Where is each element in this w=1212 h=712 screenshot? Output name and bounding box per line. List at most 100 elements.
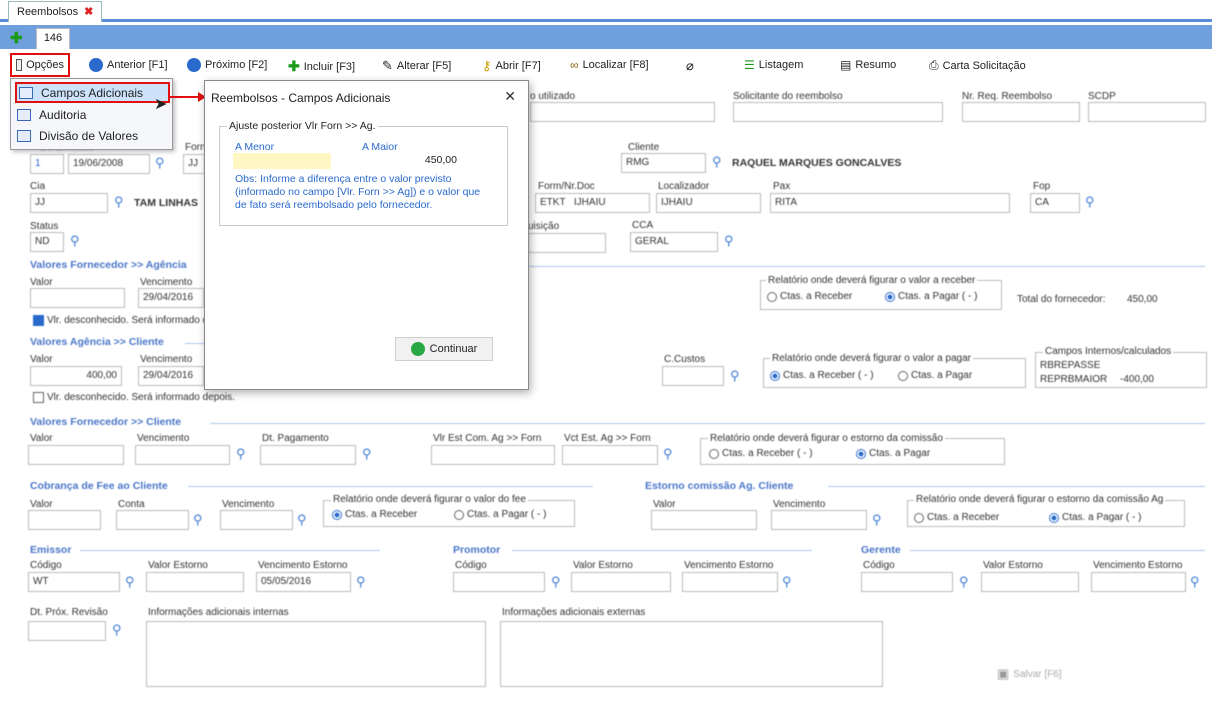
- anterior-button[interactable]: Anterior [F1]: [89, 58, 168, 72]
- close-icon[interactable]: ✕: [504, 88, 516, 105]
- section-emissor: Emissor: [30, 544, 72, 556]
- vlr-est-field[interactable]: [431, 445, 555, 465]
- search-icon[interactable]: ⚲: [155, 155, 165, 171]
- forn-field[interactable]: JJ: [183, 154, 205, 174]
- valor-field[interactable]: [651, 510, 757, 530]
- search-icon[interactable]: ⚲: [730, 368, 740, 384]
- solicitante-field[interactable]: [733, 102, 943, 122]
- scdp-field[interactable]: [1088, 102, 1206, 122]
- dt-pagamento-field[interactable]: [260, 445, 356, 465]
- codigo-field[interactable]: [861, 572, 953, 592]
- valor-estorno-field[interactable]: [981, 572, 1079, 592]
- radio-ctas-pagar[interactable]: Ctas. a Pagar: [856, 448, 930, 459]
- aquisicao-field[interactable]: [528, 233, 606, 253]
- valor-field[interactable]: [30, 288, 125, 308]
- menu-item-auditoria[interactable]: Auditoria: [15, 104, 170, 125]
- vct-est-field[interactable]: [562, 445, 658, 465]
- radio-ctas-receber[interactable]: Ctas. a Receber: [914, 512, 999, 523]
- search-icon[interactable]: ⚲: [362, 446, 372, 462]
- nr-req-field[interactable]: [962, 102, 1080, 122]
- vencimento-field[interactable]: [771, 510, 867, 530]
- localizar-button[interactable]: ∞ Localizar [F8]: [570, 58, 649, 72]
- radio-ctas-receber[interactable]: Ctas. a Receber: [767, 291, 852, 302]
- close-icon[interactable]: ✖: [84, 6, 93, 18]
- vencimento-field[interactable]: 29/04/2016: [138, 288, 204, 308]
- codigo-field[interactable]: [453, 572, 545, 592]
- pax-field[interactable]: RITA: [770, 193, 1010, 213]
- radio-ctas-pagar[interactable]: Ctas. a Pagar: [898, 370, 972, 381]
- valor-estorno-field[interactable]: [146, 572, 244, 592]
- a-maior-value[interactable]: 450,00: [365, 154, 457, 166]
- add-record-icon[interactable]: ✚: [10, 29, 23, 47]
- venc-estorno-field[interactable]: [1091, 572, 1186, 592]
- info-externas-textarea[interactable]: [500, 621, 883, 687]
- search-icon[interactable]: ⚲: [356, 574, 366, 590]
- radio-ctas-receber[interactable]: Ctas. a Receber ( - ): [709, 448, 813, 459]
- abrir-button[interactable]: ⚷ Abrir [F7]: [482, 58, 541, 74]
- venc-estorno-field[interactable]: [682, 572, 778, 592]
- utilizado-field[interactable]: [530, 102, 715, 122]
- cliente-code-field[interactable]: RMG: [621, 153, 706, 173]
- radio-ctas-pagar[interactable]: Ctas. a Pagar ( - ): [1049, 512, 1141, 523]
- vencimento-field[interactable]: 29/04/2016: [138, 366, 204, 386]
- valor-field[interactable]: [28, 510, 101, 530]
- search-icon[interactable]: ⚲: [663, 446, 673, 462]
- num-field[interactable]: 1: [30, 154, 64, 174]
- attach-button[interactable]: ⌀: [686, 58, 694, 74]
- tab-reembolsos[interactable]: Reembolsos ✖: [8, 1, 103, 22]
- search-icon[interactable]: ⚲: [112, 622, 122, 638]
- search-icon[interactable]: ⚲: [1085, 194, 1095, 210]
- emissao-date-field[interactable]: 19/06/2008: [68, 154, 150, 174]
- radio-ctas-pagar[interactable]: Ctas. a Pagar ( - ): [454, 509, 546, 520]
- codigo-field[interactable]: WT: [28, 572, 120, 592]
- menu-item-campos-adicionais[interactable]: Campos Adicionais: [15, 82, 170, 103]
- valor-field[interactable]: [28, 445, 124, 465]
- radio-ctas-receber[interactable]: Ctas. a Receber ( - ): [770, 370, 874, 381]
- search-icon[interactable]: ⚲: [872, 512, 882, 528]
- search-icon[interactable]: ⚲: [125, 574, 135, 590]
- radio-ctas-pagar[interactable]: Ctas. a Pagar ( - ): [885, 291, 977, 302]
- a-menor-input[interactable]: [233, 153, 331, 169]
- conta-field[interactable]: [116, 510, 189, 530]
- formnr-field[interactable]: ETKT IJHAIU: [535, 193, 650, 213]
- dt-prox-revisao-field[interactable]: [28, 621, 106, 641]
- incluir-button[interactable]: ✚ Incluir [F3]: [288, 58, 355, 75]
- radio-label: Ctas. a Receber: [345, 509, 418, 520]
- ccustos-field[interactable]: [662, 366, 724, 386]
- search-icon[interactable]: ⚲: [236, 446, 246, 462]
- search-icon[interactable]: ⚲: [724, 233, 734, 249]
- salvar-button[interactable]: ▣ Salvar [F6]: [997, 666, 1062, 682]
- search-icon[interactable]: ⚲: [114, 194, 124, 210]
- valor-estorno-field[interactable]: [571, 572, 671, 592]
- vencimento-field[interactable]: [135, 445, 230, 465]
- menu-item-divisao-valores[interactable]: Divisão de Valores: [15, 125, 170, 146]
- search-icon[interactable]: ⚲: [1190, 574, 1200, 590]
- radio-on-icon: [332, 509, 342, 520]
- cia-field[interactable]: JJ: [30, 193, 108, 213]
- localizador-field[interactable]: IJHAIU: [656, 193, 761, 213]
- tab-record[interactable]: 146: [36, 28, 70, 49]
- search-icon[interactable]: ⚲: [782, 574, 792, 590]
- alterar-button[interactable]: ✎ Alterar [F5]: [382, 58, 451, 74]
- radio-ctas-receber[interactable]: Ctas. a Receber: [332, 509, 417, 520]
- valor-field[interactable]: 400,00: [30, 366, 122, 386]
- info-internas-textarea[interactable]: [146, 621, 486, 687]
- resumo-button[interactable]: ▤ Resumo: [840, 58, 896, 72]
- continuar-button[interactable]: Continuar: [395, 337, 493, 361]
- vencimento-field[interactable]: [220, 510, 293, 530]
- vlr-desconhecido-checkbox[interactable]: Vlr. desconhecido. Será informado depois…: [33, 392, 235, 403]
- search-icon[interactable]: ⚲: [70, 233, 80, 249]
- search-icon[interactable]: ⚲: [959, 574, 969, 590]
- opcoes-button[interactable]: Opções: [10, 53, 70, 77]
- search-icon[interactable]: ⚲: [193, 512, 203, 528]
- status-field[interactable]: ND: [30, 232, 64, 252]
- carta-button[interactable]: ⎙ Carta Solicitação: [929, 58, 1026, 73]
- cca-field[interactable]: GERAL: [630, 232, 718, 252]
- search-icon[interactable]: ⚲: [551, 574, 561, 590]
- fop-field[interactable]: CA: [1030, 193, 1080, 213]
- search-icon[interactable]: ⚲: [712, 154, 722, 170]
- listagem-button[interactable]: ☰ Listagem: [744, 58, 803, 72]
- search-icon[interactable]: ⚲: [297, 512, 307, 528]
- proximo-button[interactable]: Próximo [F2]: [187, 58, 267, 72]
- venc-estorno-field[interactable]: 05/05/2016: [256, 572, 351, 592]
